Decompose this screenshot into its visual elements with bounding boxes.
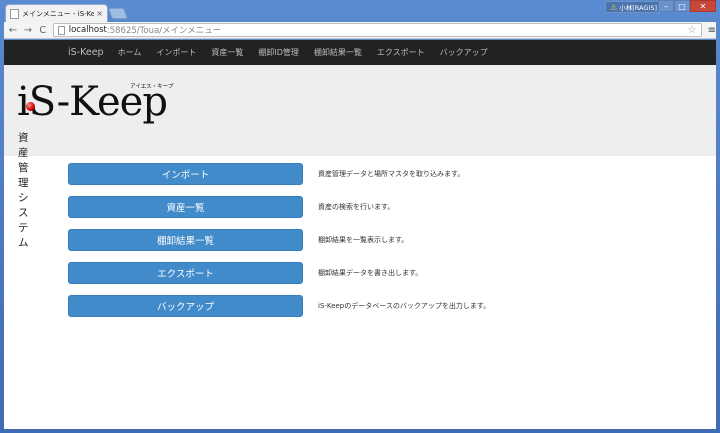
browser-window: メインメニュー - iS-Keep × ⚠ 小林[RAGIS] – □ ✕ ← … [0,0,720,433]
tab-title: メインメニュー - iS-Keep [22,9,95,18]
nav-item-home[interactable]: ホーム [118,47,142,58]
window-controls: – □ ✕ [658,0,716,12]
menu-row: バックアップ iS-Keepのデータベースのバックアップを出力します。 [68,295,490,317]
inventory-results-description: 棚卸結果を一覧表示します。 [318,236,409,244]
asset-list-description: 資産の検索を行います。 [318,203,395,211]
navbar-brand[interactable]: iS-Keep [68,47,104,58]
browser-toolbar: ← → C localhost :58625/Toua/メインメニュー ☆ ≡ [4,22,716,39]
new-tab-button[interactable] [107,8,129,19]
nav-item-import[interactable]: インポート [156,47,196,58]
export-description: 棚卸結果データを書き出します。 [318,269,423,277]
top-navbar: iS-Keep ホーム インポート 資産一覧 棚卸ID管理 棚卸結果一覧 エクス… [4,40,716,65]
menu-row: エクスポート 棚卸結果データを書き出します。 [68,262,490,284]
logo-kana: アイエス・キープ [130,84,174,90]
title-bar: メインメニュー - iS-Keep × ⚠ 小林[RAGIS] – □ ✕ [0,0,720,22]
page-favicon-icon [10,8,19,19]
menu-row: 資産一覧 資産の検索を行います。 [68,196,490,218]
backup-description: iS-Keepのデータベースのバックアップを出力します。 [318,302,491,310]
menu-row: インポート 資産管理データと場所マスタを取り込みます。 [68,163,490,185]
app-logo: iS-Keep アイエス・キープ [17,80,173,124]
menu-row: 棚卸結果一覧 棚卸結果を一覧表示します。 [68,229,490,251]
nav-item-backup[interactable]: バックアップ [440,47,488,58]
reload-icon[interactable]: C [37,23,49,37]
inventory-results-button[interactable]: 棚卸結果一覧 [68,229,303,251]
back-icon[interactable]: ← [7,23,19,37]
backup-button[interactable]: バックアップ [68,295,303,317]
nav-item-inventory-id[interactable]: 棚卸ID管理 [258,47,299,58]
main-menu: インポート 資産管理データと場所マスタを取り込みます。 資産一覧 資産の検索を行… [68,163,490,328]
asset-list-button[interactable]: 資産一覧 [68,196,303,218]
import-button[interactable]: インポート [68,163,303,185]
import-description: 資産管理データと場所マスタを取り込みます。 [318,170,465,178]
logo-dot-icon [26,102,35,111]
browser-tab[interactable]: メインメニュー - iS-Keep × [5,4,108,22]
header-banner: iS-Keep アイエス・キープ 資産管理システム [4,65,716,249]
forward-icon[interactable]: → [22,23,34,37]
minimize-button[interactable]: – [658,0,674,12]
maximize-button[interactable]: □ [674,0,690,12]
export-button[interactable]: エクスポート [68,262,303,284]
address-bar[interactable]: localhost :58625/Toua/メインメニュー ☆ [52,23,702,37]
nav-item-inventory-results[interactable]: 棚卸結果一覧 [314,47,362,58]
page-viewport: iS-Keep ホーム インポート 資産一覧 棚卸ID管理 棚卸結果一覧 エクス… [4,40,716,429]
warning-icon: ⚠ [610,2,618,12]
app-subtitle: 資産管理システム [18,132,29,249]
user-profile-badge[interactable]: ⚠ 小林[RAGIS] [605,1,662,13]
tab-close-icon[interactable]: × [96,9,103,18]
url-host: localhost [68,25,107,35]
bookmark-star-icon[interactable]: ☆ [688,25,697,36]
nav-item-export[interactable]: エクスポート [377,47,425,58]
page-icon [57,25,65,35]
browser-menu-icon[interactable]: ≡ [708,25,716,36]
nav-item-asset-list[interactable]: 資産一覧 [211,47,243,58]
user-name: 小林[RAGIS] [619,4,657,12]
url-path: :58625/Toua/メインメニュー [106,26,222,36]
close-window-button[interactable]: ✕ [690,0,716,12]
